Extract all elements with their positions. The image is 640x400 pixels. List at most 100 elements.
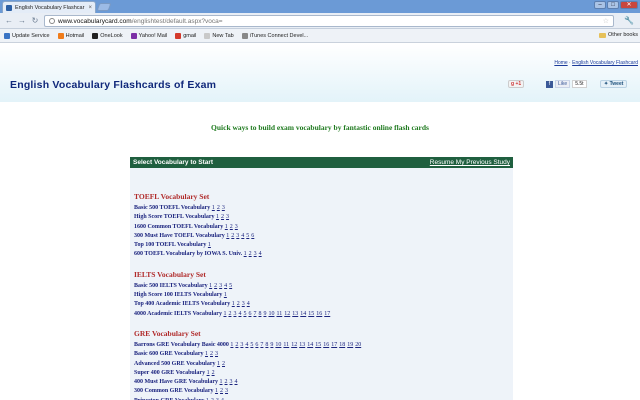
- part-link[interactable]: 2: [237, 301, 240, 307]
- bookmark-item[interactable]: OneLook: [92, 32, 123, 39]
- part-link[interactable]: 15: [308, 311, 314, 317]
- twitter-widget[interactable]: ✦ Tweet: [600, 80, 628, 88]
- part-link[interactable]: 2: [235, 342, 238, 348]
- part-link[interactable]: 1: [207, 370, 210, 376]
- part-link[interactable]: 3: [236, 233, 239, 239]
- part-link[interactable]: 2: [231, 233, 234, 239]
- part-link[interactable]: 17: [324, 311, 330, 317]
- reload-icon[interactable]: ↻: [30, 16, 40, 26]
- part-link[interactable]: 2: [225, 379, 228, 385]
- part-link[interactable]: 1: [209, 283, 212, 289]
- new-tab-button[interactable]: [96, 3, 112, 11]
- bookmark-item[interactable]: gmail: [175, 32, 196, 39]
- part-link[interactable]: 8: [265, 342, 268, 348]
- part-link[interactable]: 3: [226, 214, 229, 220]
- part-link[interactable]: 1: [224, 292, 227, 298]
- part-link[interactable]: 5: [246, 233, 249, 239]
- part-link[interactable]: 3: [230, 379, 233, 385]
- part-link[interactable]: 6: [251, 233, 254, 239]
- part-link[interactable]: 5: [250, 342, 253, 348]
- part-link[interactable]: 12: [284, 311, 290, 317]
- part-link[interactable]: 2: [212, 370, 215, 376]
- google-plus-widget[interactable]: g +1: [508, 80, 525, 88]
- part-link[interactable]: 4: [241, 233, 244, 239]
- part-link[interactable]: 1: [208, 242, 211, 248]
- browser-tab[interactable]: English Vocabulary Flashcar ×: [2, 1, 96, 13]
- part-link[interactable]: 4: [245, 342, 248, 348]
- close-window-icon[interactable]: ✕: [620, 1, 638, 9]
- part-link[interactable]: 1: [230, 342, 233, 348]
- part-link[interactable]: 3: [215, 351, 218, 357]
- part-link[interactable]: 4: [247, 301, 250, 307]
- part-link[interactable]: 3: [222, 205, 225, 211]
- maximize-icon[interactable]: □: [607, 1, 619, 9]
- part-link[interactable]: 3: [254, 251, 257, 257]
- part-link[interactable]: 1: [212, 205, 215, 211]
- breadcrumb-current-link[interactable]: English Vocabulary Flashcard: [572, 60, 638, 66]
- part-link[interactable]: 3: [225, 388, 228, 394]
- forward-arrow-icon[interactable]: →: [17, 16, 27, 26]
- bookmark-item[interactable]: Yahoo! Mail: [130, 32, 167, 39]
- other-bookmarks[interactable]: Other books: [599, 32, 638, 38]
- address-bar[interactable]: www.vocabularycard.com/englishtest/defau…: [44, 15, 614, 27]
- part-link[interactable]: 11: [276, 311, 282, 317]
- part-link[interactable]: 14: [307, 342, 313, 348]
- minimize-icon[interactable]: –: [594, 1, 606, 9]
- part-link[interactable]: 1: [215, 388, 218, 394]
- part-link[interactable]: 2: [249, 251, 252, 257]
- bookmark-item[interactable]: iTunes Connect Devel...: [241, 32, 308, 39]
- bookmark-item[interactable]: New Tab: [204, 32, 234, 39]
- part-link[interactable]: 3: [235, 224, 238, 230]
- part-link[interactable]: 1: [223, 311, 226, 317]
- bookmark-item[interactable]: Hotmail: [57, 32, 84, 39]
- part-link[interactable]: 2: [217, 205, 220, 211]
- tweet-button[interactable]: ✦ Tweet: [600, 80, 628, 88]
- part-link[interactable]: 2: [221, 214, 224, 220]
- part-link[interactable]: 1: [205, 351, 208, 357]
- part-link[interactable]: 4: [235, 379, 238, 385]
- part-link[interactable]: 2: [214, 283, 217, 289]
- part-link[interactable]: 9: [263, 311, 266, 317]
- breadcrumb-home-link[interactable]: Home: [554, 60, 567, 66]
- part-link[interactable]: 10: [268, 311, 274, 317]
- part-link[interactable]: 1: [244, 251, 247, 257]
- part-link[interactable]: 4: [259, 251, 262, 257]
- close-tab-icon[interactable]: ×: [88, 5, 92, 11]
- bookmark-item[interactable]: Update Service: [4, 32, 50, 39]
- part-link[interactable]: 5: [229, 283, 232, 289]
- part-link[interactable]: 18: [339, 342, 345, 348]
- facebook-like-widget[interactable]: f Like 5.5t: [546, 80, 587, 88]
- part-link[interactable]: 16: [316, 311, 322, 317]
- part-link[interactable]: 17: [331, 342, 337, 348]
- part-link[interactable]: 3: [233, 311, 236, 317]
- bookmark-star-icon[interactable]: ☆: [603, 17, 609, 25]
- part-link[interactable]: 1: [232, 301, 235, 307]
- part-link[interactable]: 2: [210, 351, 213, 357]
- part-link[interactable]: 2: [220, 388, 223, 394]
- part-link[interactable]: 1: [226, 233, 229, 239]
- part-link[interactable]: 1: [216, 214, 219, 220]
- resume-study-link[interactable]: Resume My Previous Study: [430, 159, 510, 166]
- part-link[interactable]: 11: [283, 342, 289, 348]
- part-link[interactable]: 1: [225, 224, 228, 230]
- part-link[interactable]: 1: [220, 379, 223, 385]
- part-link[interactable]: 14: [300, 311, 306, 317]
- part-link[interactable]: 1: [217, 361, 220, 367]
- google-plus-button[interactable]: g +1: [508, 80, 525, 88]
- part-link[interactable]: 8: [258, 311, 261, 317]
- part-link[interactable]: 4: [238, 311, 241, 317]
- back-arrow-icon[interactable]: ←: [4, 16, 14, 26]
- part-link[interactable]: 13: [299, 342, 305, 348]
- part-link[interactable]: 13: [292, 311, 298, 317]
- part-link[interactable]: 16: [323, 342, 329, 348]
- wrench-menu-icon[interactable]: 🔧: [624, 16, 634, 25]
- part-link[interactable]: 15: [315, 342, 321, 348]
- part-link[interactable]: 2: [228, 311, 231, 317]
- part-link[interactable]: 20: [355, 342, 361, 348]
- page-info-icon[interactable]: [49, 18, 55, 24]
- part-link[interactable]: 19: [347, 342, 353, 348]
- part-link[interactable]: 6: [255, 342, 258, 348]
- part-link[interactable]: 4: [224, 283, 227, 289]
- part-link[interactable]: 7: [253, 311, 256, 317]
- part-link[interactable]: 9: [270, 342, 273, 348]
